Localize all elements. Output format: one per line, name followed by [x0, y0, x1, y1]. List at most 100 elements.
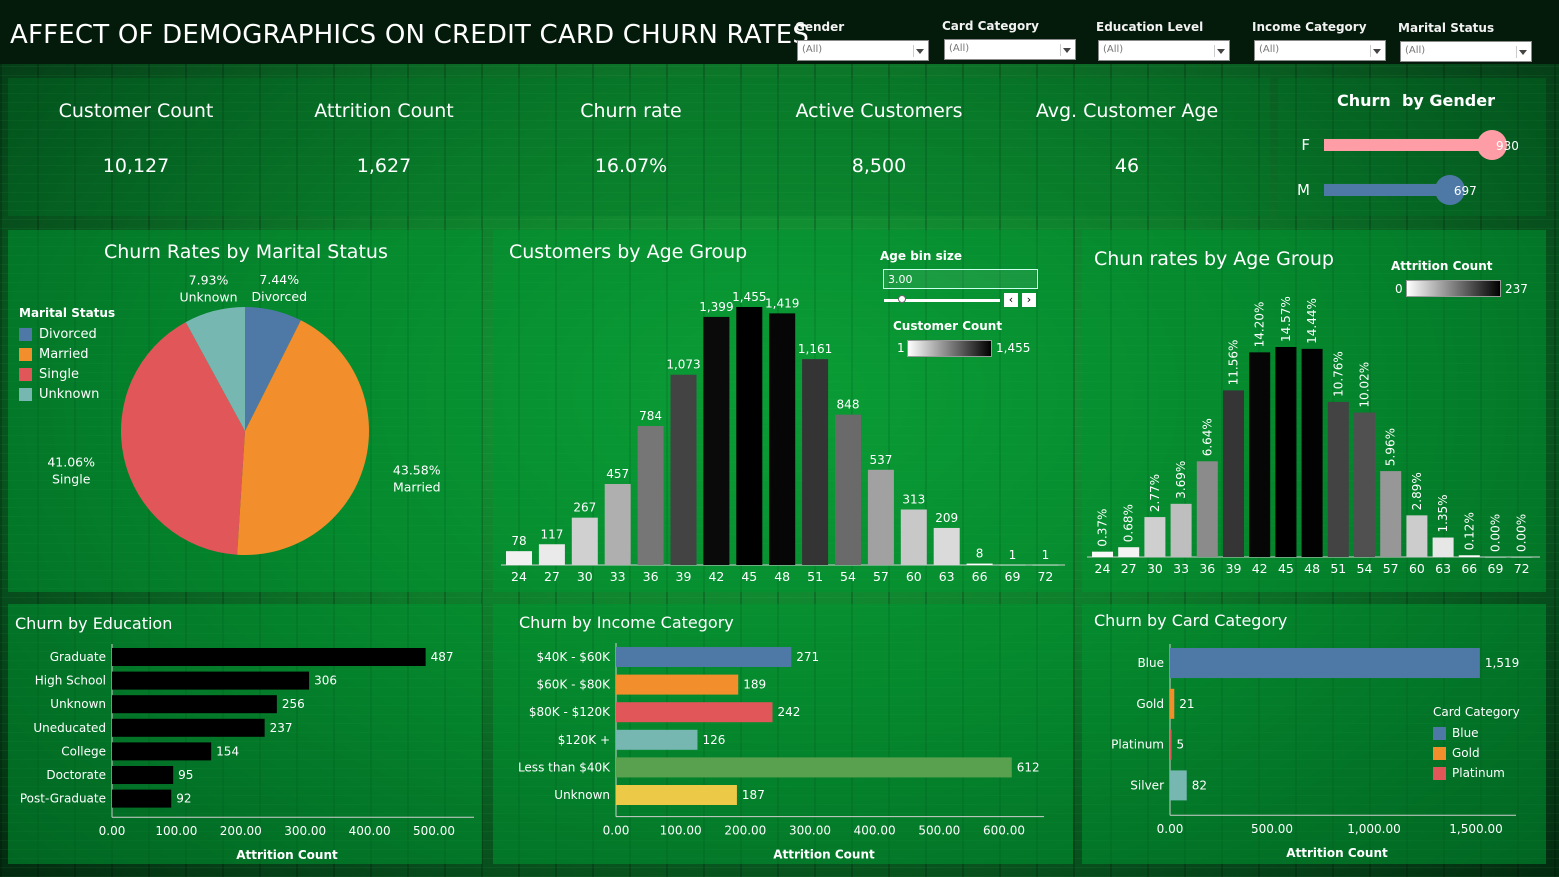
x-tick-label: 400.00 — [854, 824, 896, 838]
filter-dropdown[interactable]: (All) — [944, 39, 1076, 60]
filter-income-category[interactable]: Income Category (All) — [1252, 20, 1386, 61]
gender-chart-title: Churn by Gender — [1337, 91, 1495, 110]
chevron-down-icon[interactable] — [913, 45, 925, 57]
x-tick-label: 45 — [741, 569, 757, 584]
bar — [112, 766, 174, 784]
bar-value-label: 0.37% — [1096, 509, 1110, 547]
bar-value-label: 5 — [1177, 738, 1185, 752]
filter-dropdown[interactable]: (All) — [1098, 40, 1230, 61]
kpi-label: Attrition Count — [314, 100, 454, 122]
bar-value-label: 14.20% — [1253, 302, 1267, 348]
y-tick-label: Post-Graduate — [20, 792, 106, 806]
x-tick-label: 42 — [708, 569, 724, 584]
kpi-strip — [8, 78, 1270, 216]
bar-value-label: 21 — [1179, 697, 1194, 711]
filter-dropdown[interactable]: (All) — [1400, 41, 1532, 62]
x-tick-label: 600.00 — [983, 824, 1025, 838]
bar-value-label: 8 — [976, 547, 984, 561]
y-tick-label: Silver — [1130, 778, 1164, 792]
bar-value-label: 1.35% — [1436, 494, 1450, 532]
filter-card-category[interactable]: Card Category (All) — [942, 19, 1076, 60]
y-tick-label: Platinum — [1111, 738, 1164, 752]
age-churn-bar — [1354, 412, 1375, 557]
bar-value-label: 271 — [796, 650, 819, 664]
chevron-down-icon[interactable] — [1516, 46, 1528, 58]
kpi-label: Churn rate — [580, 100, 682, 122]
x-tick-label: 30 — [1147, 561, 1163, 576]
marital-pie-chart: 7.44% Divorced 43.58% Married 41.06% Single 7.… — [47, 272, 441, 555]
x-tick-label: 300.00 — [789, 824, 831, 838]
chevron-down-icon[interactable] — [1060, 44, 1072, 56]
filter-marital-status[interactable]: Marital Status (All) — [1398, 21, 1532, 62]
x-tick-label: 24 — [511, 569, 527, 584]
bar-value-label: 0.00% — [1489, 514, 1503, 552]
x-tick-label: 200.00 — [724, 824, 766, 838]
bar-value-label: 3.69% — [1174, 461, 1188, 499]
kpi-value: 16.07% — [594, 155, 668, 177]
age-churn-bar — [1170, 503, 1192, 557]
filter-label: Card Category — [942, 19, 1039, 33]
bar-value-label: 209 — [935, 511, 958, 525]
pie-percent-label: 7.44% — [259, 272, 299, 287]
filter-label: Marital Status — [1398, 21, 1495, 35]
pie-percent-label: 43.58% — [393, 463, 441, 478]
x-tick-label: 1,000.00 — [1347, 822, 1400, 836]
bar-value-label: 0.00% — [1515, 514, 1529, 552]
y-tick-label: Unknown — [50, 697, 106, 711]
bar-value-label: 187 — [742, 788, 765, 802]
x-tick-label: 42 — [1252, 561, 1268, 576]
age-customers-bar — [670, 374, 697, 565]
y-tick-label: $120K + — [558, 733, 610, 747]
bar-value-label: 10.76% — [1331, 351, 1345, 397]
age-churn-bar — [1458, 555, 1480, 557]
filter-gender[interactable]: Gender (All) — [795, 20, 929, 61]
x-tick-label: 48 — [1304, 561, 1320, 576]
x-tick-label: 300.00 — [284, 824, 326, 838]
bar — [616, 785, 737, 805]
bar — [1170, 770, 1187, 801]
filter-value: (All) — [802, 44, 823, 55]
age-customers-chart: 78 24 117 27 267 30 457 33 784 36 1,073 39 1,399 42 1,… — [501, 290, 1065, 584]
kpi-label: Avg. Customer Age — [1035, 100, 1219, 122]
bar-value-label: 1,399 — [699, 300, 733, 314]
age-churn-bar — [1485, 557, 1506, 558]
age-customers-bar — [538, 544, 565, 565]
gender-bar — [1324, 139, 1492, 151]
bar-value-label: 267 — [573, 501, 596, 515]
age-churn-bar — [1432, 537, 1454, 557]
x-tick-label: 66 — [1461, 561, 1477, 576]
bin-size-label: Age bin size — [880, 249, 962, 263]
gender-value: 930 — [1496, 139, 1519, 153]
x-tick-label: 69 — [1005, 569, 1021, 584]
bar-value-label: 0.12% — [1462, 512, 1476, 550]
bar — [1170, 648, 1480, 678]
filter-label: Income Category — [1252, 20, 1367, 34]
age-customers-bar — [802, 359, 829, 565]
y-tick-label: Unknown — [554, 788, 610, 802]
chevron-down-icon[interactable] — [1214, 45, 1226, 57]
x-tick-label: 54 — [1357, 561, 1373, 576]
bar — [616, 647, 792, 667]
pie-category-label: Unknown — [179, 290, 237, 305]
bar — [112, 742, 212, 761]
pie-category-label: Single — [52, 471, 91, 486]
x-tick-label: 0.00 — [1157, 822, 1184, 836]
filter-education-level[interactable]: Education Level (All) — [1096, 20, 1230, 61]
x-tick-label: 200.00 — [220, 824, 262, 838]
pie-category-label: Married — [393, 480, 441, 495]
filter-dropdown[interactable]: (All) — [1254, 40, 1386, 61]
kpi-label: Active Customers — [795, 100, 963, 122]
bar-value-label: 2.77% — [1148, 474, 1162, 512]
y-tick-label: Uneducated — [33, 721, 106, 735]
age-churn-bar — [1327, 401, 1349, 557]
filter-dropdown[interactable]: (All) — [797, 40, 929, 61]
age-customers-bar — [571, 517, 598, 565]
bar-value-label: 1 — [1042, 548, 1050, 562]
filter-value: (All) — [1103, 44, 1124, 55]
y-tick-label: College — [61, 744, 106, 758]
age-churn-bar — [1380, 471, 1402, 557]
filter-value: (All) — [1405, 45, 1426, 56]
chevron-down-icon[interactable] — [1370, 45, 1382, 57]
marital-chart-title: Churn Rates by Marital Status — [104, 241, 388, 263]
x-tick-label: 54 — [840, 569, 856, 584]
